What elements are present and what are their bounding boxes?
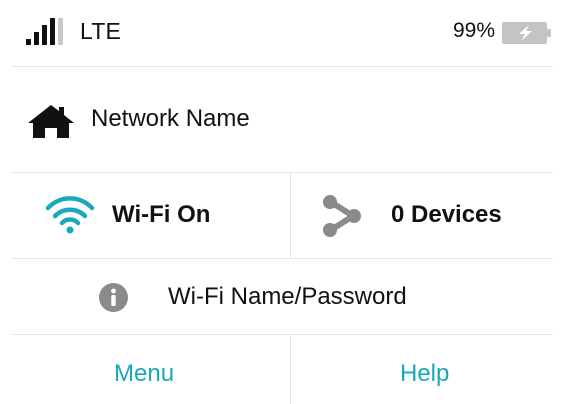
info-icon <box>99 283 128 312</box>
home-icon <box>28 105 74 138</box>
menu-button[interactable]: Menu <box>0 336 290 404</box>
wifi-icon <box>45 196 95 234</box>
network-name-label: Network Name <box>91 105 250 132</box>
wifi-status-button[interactable]: Wi-Fi On <box>0 174 290 258</box>
status-bar: LTE 99% <box>0 0 565 62</box>
divider <box>12 334 553 335</box>
divider <box>290 172 291 258</box>
divider <box>12 172 553 173</box>
battery-percent: 99% <box>452 19 495 42</box>
battery-charging-icon <box>502 22 551 44</box>
divider <box>290 334 291 404</box>
devices-count-label: 0 Devices <box>391 201 502 228</box>
network-name-row[interactable]: Network Name <box>0 66 565 172</box>
connected-devices-button[interactable]: 0 Devices <box>292 174 565 258</box>
wifi-name-password-row[interactable]: Wi-Fi Name/Password <box>0 260 565 334</box>
wifi-name-password-label: Wi-Fi Name/Password <box>168 283 407 310</box>
divider <box>12 258 553 259</box>
network-type-label: LTE <box>80 18 122 44</box>
help-label: Help <box>400 360 450 387</box>
signal-strength-icon <box>26 18 63 45</box>
menu-label: Menu <box>114 360 175 387</box>
share-icon <box>323 195 361 237</box>
wifi-status-label: Wi-Fi On <box>112 201 211 228</box>
help-button[interactable]: Help <box>292 336 565 404</box>
